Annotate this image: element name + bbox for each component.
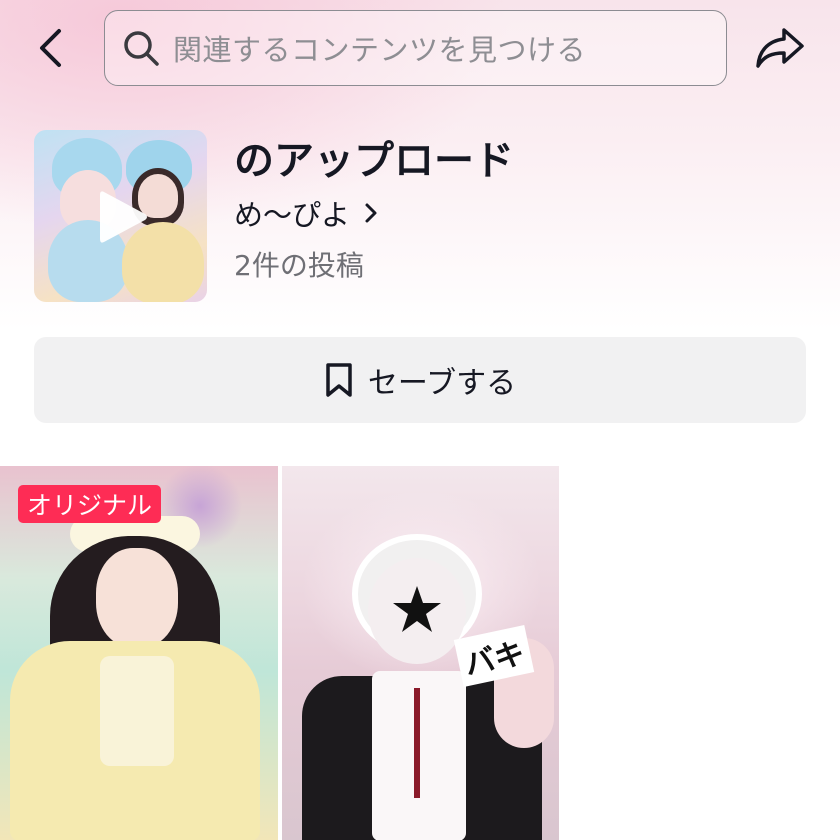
author-link[interactable]: め〜ぴよ	[234, 192, 380, 234]
playlist-header: のアップロード め〜ぴよ 2件の投稿	[0, 128, 840, 308]
video-thumbnail-1[interactable]: オリジナル	[0, 466, 278, 840]
video-grid: オリジナル バキ	[0, 466, 840, 840]
search-placeholder: 関連するコンテンツを見つける	[173, 33, 587, 67]
chevron-left-icon	[40, 29, 61, 67]
original-badge: オリジナル	[18, 485, 162, 523]
search-input[interactable]: 関連するコンテンツを見つける	[104, 10, 727, 86]
top-bar: 関連するコンテンツを見つける	[0, 0, 840, 96]
back-button[interactable]	[30, 26, 70, 70]
video1-dress-front	[100, 656, 174, 766]
video-thumbnail-2[interactable]: バキ	[282, 466, 559, 840]
video2-ribbon	[414, 688, 420, 798]
post-count: 2件の投稿	[234, 249, 364, 282]
video1-face	[96, 548, 178, 648]
play-icon	[100, 191, 147, 243]
author-name: め〜ぴよ	[234, 198, 351, 232]
bookmark-icon	[326, 363, 352, 397]
share-button[interactable]	[752, 24, 808, 72]
share-arrow-icon	[756, 28, 804, 68]
save-button[interactable]: セーブする	[34, 337, 806, 423]
save-button-label: セーブする	[367, 366, 517, 401]
playlist-title: のアップロード	[234, 138, 514, 184]
star-icon	[393, 586, 441, 632]
playlist-thumbnail[interactable]	[34, 130, 207, 302]
search-icon	[121, 28, 161, 68]
chevron-right-icon	[364, 201, 380, 225]
